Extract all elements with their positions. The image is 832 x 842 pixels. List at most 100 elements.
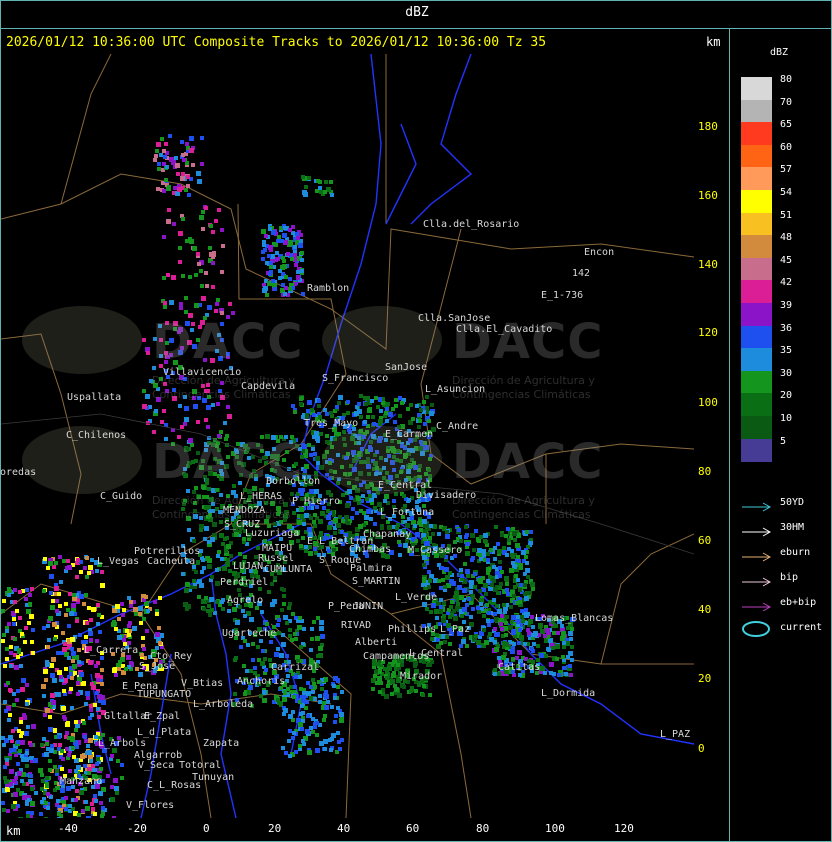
echo-pixel	[40, 743, 44, 747]
echo-pixel	[444, 567, 449, 572]
echo-pixel	[276, 257, 280, 261]
echo-pixel	[129, 604, 133, 608]
echo-pixel	[89, 708, 93, 712]
echo-pixel	[22, 772, 26, 776]
place-label: Totoral	[179, 760, 222, 771]
echo-pixel	[390, 679, 395, 684]
echo-pixel	[519, 566, 523, 570]
echo-pixel	[487, 611, 491, 615]
echo-pixel	[493, 672, 497, 676]
echo-pixel	[115, 604, 120, 609]
echo-pixel	[184, 588, 189, 593]
echo-pixel	[313, 697, 317, 701]
echo-pixel	[178, 404, 182, 408]
echo-pixel	[318, 180, 322, 184]
echo-pixel	[317, 680, 321, 684]
echo-pixel	[288, 634, 292, 638]
echo-pixel	[296, 270, 300, 274]
echo-pixel	[50, 693, 55, 698]
echo-pixel	[48, 715, 52, 719]
echo-pixel	[51, 599, 55, 603]
echo-pixel	[407, 498, 411, 502]
echo-pixel	[209, 224, 213, 228]
echo-pixel	[100, 583, 105, 588]
echo-pixel	[193, 404, 198, 409]
echo-pixel	[48, 616, 53, 621]
echo-pixel	[87, 771, 91, 775]
echo-pixel	[95, 639, 99, 643]
echo-pixel	[501, 655, 506, 660]
echo-pixel	[281, 633, 285, 637]
echo-pixel	[431, 603, 436, 608]
echo-pixel	[91, 807, 95, 811]
echo-pixel	[411, 417, 415, 421]
echo-pixel	[44, 817, 48, 818]
echo-pixel	[50, 744, 54, 748]
echo-pixel	[256, 645, 260, 649]
title-bar: dBZ	[0, 0, 832, 29]
echo-pixel	[61, 631, 65, 635]
echo-pixel	[9, 769, 14, 774]
echo-pixel	[28, 602, 32, 606]
echo-pixel	[505, 582, 509, 586]
echo-pixel	[392, 499, 396, 503]
echo-pixel	[11, 729, 15, 733]
echo-pixel	[306, 681, 310, 685]
echo-pixel	[127, 633, 131, 637]
place-label: Perdriel	[220, 577, 269, 588]
echo-pixel	[4, 779, 9, 784]
echo-pixel	[296, 275, 300, 279]
echo-pixel	[60, 767, 64, 771]
echo-pixel	[3, 765, 7, 769]
echo-pixel	[11, 804, 16, 809]
echo-pixel	[98, 630, 102, 634]
echo-pixel	[479, 535, 483, 539]
place-label: L_Arboleda	[193, 699, 254, 710]
echo-pixel	[62, 647, 67, 652]
echo-pixel	[430, 637, 434, 641]
echo-pixel	[528, 619, 533, 624]
echo-pixel	[29, 780, 33, 784]
echo-pixel	[12, 617, 16, 621]
echo-pixel	[423, 422, 427, 426]
echo-pixel	[428, 579, 432, 583]
echo-pixel	[74, 720, 78, 724]
echo-pixel	[47, 638, 51, 642]
echo-pixel	[302, 627, 306, 631]
echo-pixel	[373, 522, 377, 526]
echo-pixel	[202, 566, 206, 570]
echo-pixel	[77, 813, 81, 817]
echo-pixel	[184, 406, 189, 411]
echo-pixel	[298, 616, 302, 620]
echo-pixel	[556, 631, 560, 635]
echo-pixel	[481, 576, 485, 580]
echo-pixel	[316, 654, 320, 658]
y-tick-label: 20	[698, 672, 712, 685]
legend-swatch	[741, 280, 772, 304]
track-legend-label: 50YD	[780, 497, 805, 508]
echo-pixel	[282, 602, 286, 606]
echo-pixel	[246, 643, 250, 647]
echo-pixel	[318, 186, 322, 190]
echo-pixel	[442, 527, 446, 531]
echo-pixel	[26, 814, 30, 818]
place-label: E_Zpal	[144, 711, 181, 722]
echo-pixel	[413, 664, 417, 668]
place-label: Manzano	[60, 776, 103, 787]
echo-pixel	[397, 540, 401, 544]
echo-pixel	[428, 663, 432, 667]
echo-pixel	[303, 469, 307, 473]
echo-pixel	[90, 558, 94, 562]
echo-pixel	[237, 588, 241, 592]
echo-pixel	[186, 175, 190, 179]
echo-pixel	[504, 621, 508, 625]
echo-pixel	[521, 550, 526, 555]
place-label: Ugarteche	[222, 628, 277, 639]
place-label: RIVAD	[341, 620, 372, 631]
echo-pixel	[566, 655, 570, 659]
echo-pixel	[279, 653, 284, 658]
echo-pixel	[253, 666, 257, 670]
place-label: Anchoris	[237, 676, 286, 687]
echo-pixel	[23, 640, 27, 644]
echo-pixel	[512, 531, 517, 536]
